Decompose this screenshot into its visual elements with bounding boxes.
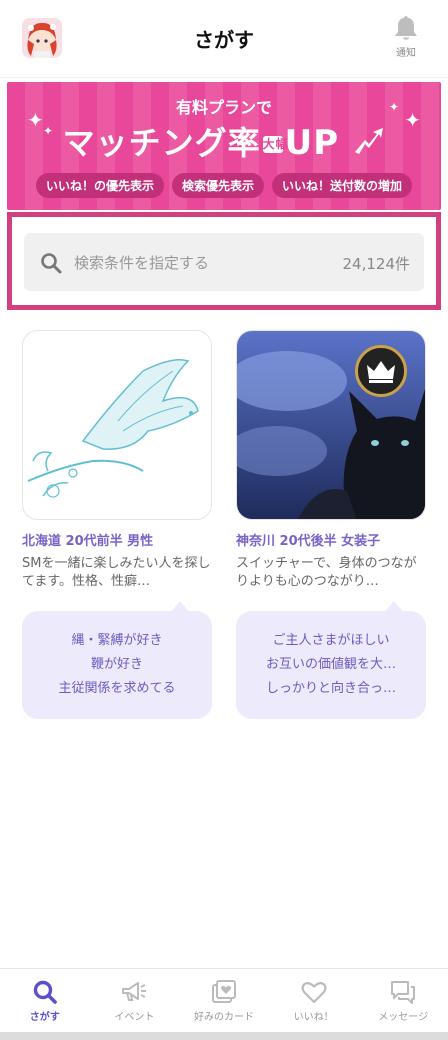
search-icon xyxy=(33,980,57,1004)
profile-description: SMを一緒に楽しみたい人を探してます。性格、性癖… xyxy=(22,556,211,589)
nav-item-likes[interactable]: いいね！ xyxy=(269,969,359,1032)
profile-tag: 縄・緊縛が好き xyxy=(71,633,163,648)
home-indicator-bar xyxy=(0,1032,448,1040)
banner-title-badge: 大幅 xyxy=(262,136,289,153)
profile-card[interactable]: 北海道 20代前半 男性 SMを一緒に楽しみたい人を探してます。性格、性癖… 縄… xyxy=(22,330,212,719)
banner-subtitle: 有料プランで xyxy=(175,98,272,117)
profile-photo[interactable] xyxy=(236,330,426,520)
premium-crown-badge xyxy=(355,345,407,397)
profile-tags-bubble: ご主人さまがほしい お互いの価値観を大… しっかりと向き合っ… xyxy=(236,601,426,719)
profile-meta: 神奈川 20代後半 女装子 xyxy=(236,534,381,549)
banner-pill: 検索優先表示 xyxy=(171,173,264,198)
bird-illustration-image xyxy=(23,331,211,519)
nav-label: 好みのカード xyxy=(193,1012,254,1023)
profile-tag: しっかりと向き合っ… xyxy=(265,681,396,696)
profile-card[interactable]: 神奈川 20代後半 女装子 スイッチャーで、身体のつながりよりも心のつながり… … xyxy=(236,330,426,719)
search-input[interactable]: 検索条件を指定する 24,124件 xyxy=(24,233,424,291)
up-arrow-icon xyxy=(355,128,384,154)
nav-item-messages[interactable]: メッセージ xyxy=(358,969,448,1032)
search-placeholder: 検索条件を指定する xyxy=(74,254,210,272)
nav-item-event[interactable]: イベント xyxy=(90,969,180,1032)
banner-pill: いいね！の優先表示 xyxy=(35,173,164,198)
cards-icon xyxy=(211,980,236,1003)
nav-label: メッセージ xyxy=(378,1012,429,1023)
heart-icon xyxy=(301,982,327,1004)
bottom-navigation: さがす イベント 好みのカード いいね！ メッセージ xyxy=(0,968,448,1032)
search-icon xyxy=(41,253,62,274)
banner-title: マッチング率 大幅UP xyxy=(7,118,441,164)
nav-item-search[interactable]: さがす xyxy=(0,969,90,1032)
banner-pill: いいね！送付数の増加 xyxy=(272,173,413,198)
banner-feature-list: いいね！の優先表示 検索優先表示 いいね！送付数の増加 xyxy=(7,173,441,198)
app-header: さがす 通知 xyxy=(0,0,448,78)
megaphone-icon xyxy=(122,982,147,1001)
premium-plan-banner[interactable]: ✦ ✦ ✦ ✦ 有料プランで マッチング率 大幅UP いいね！の優先表示 検索優先… xyxy=(7,82,441,210)
banner-title-up: UP xyxy=(284,123,340,163)
profile-meta: 北海道 20代前半 男性 xyxy=(22,534,154,549)
chat-icon xyxy=(391,981,416,1004)
profile-description: スイッチャーで、身体のつながりよりも心のつながり… xyxy=(236,556,417,589)
notification-button[interactable]: 通知 xyxy=(386,14,426,59)
profile-tag: 主従関係を求めてる xyxy=(58,681,176,696)
profile-tags-bubble: 縄・緊縛が好き 鞭が好き 主従関係を求めてる xyxy=(22,601,212,719)
profile-photo[interactable] xyxy=(22,330,212,520)
notification-label: 通知 xyxy=(396,48,416,59)
page-title: さがす xyxy=(194,28,254,52)
bell-icon xyxy=(395,16,417,40)
profile-tag: 鞭が好き xyxy=(90,657,143,672)
profile-tag: ご主人さまがほしい xyxy=(272,633,390,648)
nav-label: さがす xyxy=(29,1012,60,1023)
search-section: 検索条件を指定する 24,124件 xyxy=(7,212,441,310)
nav-label: いいね！ xyxy=(293,1012,334,1023)
profile-tag: お互いの価値観を大… xyxy=(265,657,396,672)
banner-title-text: マッチング率 xyxy=(62,124,261,162)
nav-label: イベント xyxy=(114,1012,155,1023)
crown-icon xyxy=(367,361,395,383)
nav-item-cards[interactable]: 好みのカード xyxy=(179,969,269,1032)
search-result-count: 24,124件 xyxy=(342,255,411,273)
